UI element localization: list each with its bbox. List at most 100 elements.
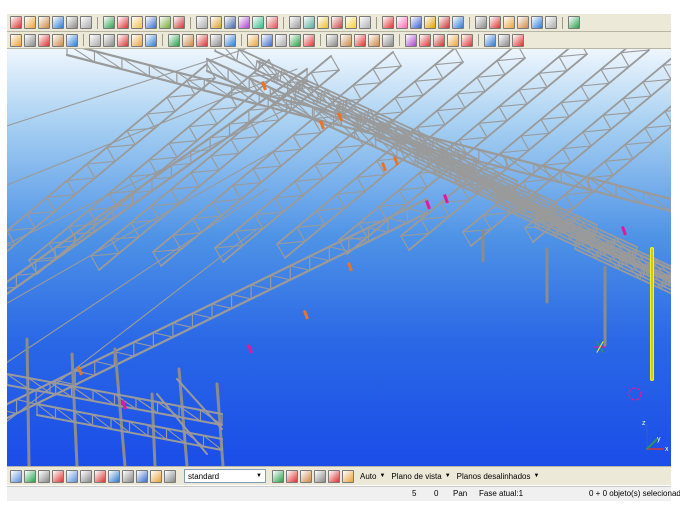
toolbar-button-icon[interactable] (252, 16, 264, 29)
select-switch-icon[interactable] (66, 469, 78, 483)
toolbar-button-icon[interactable] (210, 33, 222, 47)
toolbar-button-icon[interactable] (66, 33, 78, 47)
projection-select[interactable]: Auto ▼ (360, 472, 385, 481)
snap-switch-icon[interactable] (342, 469, 354, 483)
select-switch-icon[interactable] (52, 469, 64, 483)
toolbar-button-icon[interactable] (512, 33, 524, 47)
misaligned-planes-select[interactable]: Planos desalinhados ▼ (457, 472, 540, 481)
toolbar-button-icon[interactable] (405, 33, 417, 47)
select-switch-icon[interactable] (94, 469, 106, 483)
toolbar-button-icon[interactable] (80, 16, 92, 29)
toolbar-button-icon[interactable] (545, 16, 557, 29)
select-switch-icon[interactable] (164, 469, 176, 483)
toolbar-button-icon[interactable] (498, 33, 510, 47)
toolbar-button-icon[interactable] (340, 33, 352, 47)
steel-member (372, 68, 382, 84)
toolbar-button-icon[interactable] (38, 16, 50, 29)
toolbar-button-icon[interactable] (210, 16, 222, 29)
toolbar-button-icon[interactable] (103, 33, 115, 47)
toolbar-button-icon[interactable] (196, 16, 208, 29)
toolbar-button-icon[interactable] (131, 33, 143, 47)
toolbar-button-icon[interactable] (275, 33, 287, 47)
toolbar-button-icon[interactable] (266, 16, 278, 29)
toolbar-button-icon[interactable] (66, 16, 78, 29)
toolbar-button-icon[interactable] (89, 33, 101, 47)
connection-marker-orange[interactable] (346, 261, 353, 272)
toolbar-button-icon[interactable] (331, 16, 343, 29)
view-plane-select[interactable]: Plano de vista ▼ (391, 472, 450, 481)
toolbar-button-icon[interactable] (303, 33, 315, 47)
select-switch-icon[interactable] (122, 469, 134, 483)
toolbar-button-icon[interactable] (173, 16, 185, 29)
snap-switch-icon[interactable] (328, 469, 340, 483)
toolbar-button-icon[interactable] (461, 33, 473, 47)
toolbar-button-icon[interactable] (131, 16, 143, 29)
toolbar-button-icon[interactable] (317, 16, 329, 29)
toolbar-button-icon[interactable] (447, 33, 459, 47)
toolbar-button-icon[interactable] (261, 33, 273, 47)
toolbar-button-icon[interactable] (289, 16, 301, 29)
toolbar-button-icon[interactable] (117, 16, 129, 29)
toolbar-button-icon[interactable] (503, 16, 515, 29)
toolbar-button-icon[interactable] (368, 33, 380, 47)
toolbar-button-icon[interactable] (410, 16, 422, 29)
toolbar-button-icon[interactable] (117, 33, 129, 47)
toolbar-button-icon[interactable] (145, 33, 157, 47)
toolbar-button-icon[interactable] (382, 16, 394, 29)
select-switch-icon[interactable] (24, 469, 36, 483)
toolbar-button-icon[interactable] (382, 33, 394, 47)
toolbar-button-icon[interactable] (438, 16, 450, 29)
snap-switch-icon[interactable] (300, 469, 312, 483)
toolbar-button-icon[interactable] (238, 16, 250, 29)
toolbar-button-icon[interactable] (182, 33, 194, 47)
model-viewport[interactable]: z xy (7, 49, 671, 466)
toolbar-button-icon[interactable] (247, 33, 259, 47)
toolbar-button-icon[interactable] (303, 16, 315, 29)
toolbar-button-icon[interactable] (419, 33, 431, 47)
select-switch-icon[interactable] (150, 469, 162, 483)
snap-switch-icon[interactable] (272, 469, 284, 483)
toolbar-button-icon[interactable] (424, 16, 436, 29)
select-switch-icon[interactable] (38, 469, 50, 483)
toolbar-button-icon[interactable] (159, 16, 171, 29)
connection-marker-pink[interactable] (621, 225, 627, 236)
layer-combo[interactable]: standard ▼ (184, 469, 266, 483)
toolbar-button-icon[interactable] (289, 33, 301, 47)
toolbar-button-icon[interactable] (224, 16, 236, 29)
toolbar-button-icon[interactable] (224, 33, 236, 47)
select-switch-icon[interactable] (108, 469, 120, 483)
toolbar-button-icon[interactable] (354, 33, 366, 47)
toolbar-button-icon[interactable] (168, 33, 180, 47)
connection-marker-pink[interactable] (425, 199, 431, 210)
snap-switch-icon[interactable] (314, 469, 326, 483)
toolbar-button-icon[interactable] (489, 16, 501, 29)
select-switch-icon[interactable] (136, 469, 148, 483)
toolbar-button-icon[interactable] (531, 16, 543, 29)
toolbar-button-icon[interactable] (475, 16, 487, 29)
toolbar-button-icon[interactable] (484, 33, 496, 47)
select-switch-icon[interactable] (80, 469, 92, 483)
toolbar-button-icon[interactable] (103, 16, 115, 29)
steel-member (133, 341, 154, 348)
toolbar-button-icon[interactable] (145, 16, 157, 29)
toolbar-button-icon[interactable] (517, 16, 529, 29)
toolbar-button-icon[interactable] (359, 16, 371, 29)
toolbar-button-icon[interactable] (452, 16, 464, 29)
toolbar-button-icon[interactable] (196, 33, 208, 47)
toolbar-button-icon[interactable] (24, 33, 36, 47)
toolbar-button-icon[interactable] (38, 33, 50, 47)
connection-marker-orange[interactable] (303, 309, 309, 320)
toolbar-button-icon[interactable] (52, 16, 64, 29)
toolbar-button-icon[interactable] (433, 33, 445, 47)
toolbar-button-icon[interactable] (52, 33, 64, 47)
toolbar-button-icon[interactable] (396, 16, 408, 29)
toolbar-button-icon[interactable] (326, 33, 338, 47)
toolbar-button-icon[interactable] (345, 16, 357, 29)
toolbar-button-icon[interactable] (568, 16, 580, 29)
toolbar-button-icon[interactable] (10, 33, 22, 47)
toolbar-button-icon[interactable] (24, 16, 36, 29)
select-switch-icon[interactable] (10, 469, 22, 483)
toolbar-button-icon[interactable] (10, 16, 22, 29)
snap-switch-icon[interactable] (286, 469, 298, 483)
connection-marker-pink[interactable] (246, 343, 253, 354)
